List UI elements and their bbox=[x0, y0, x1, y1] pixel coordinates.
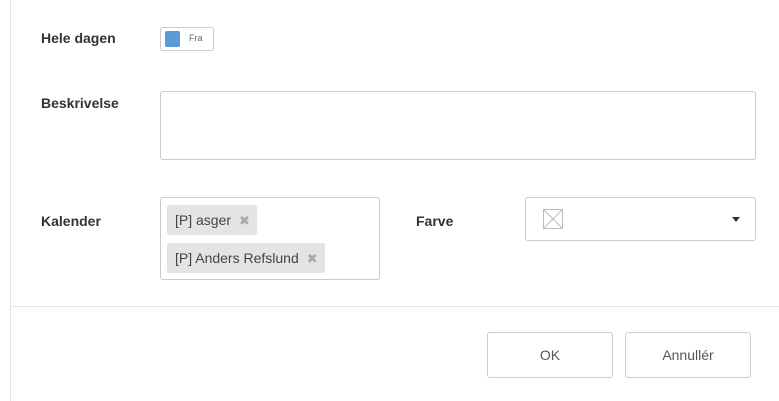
ok-button[interactable]: OK bbox=[487, 332, 613, 378]
calendar-multiselect[interactable]: [P] asger ✖ [P] Anders Refslund ✖ bbox=[160, 197, 380, 280]
color-label: Farve bbox=[416, 213, 454, 229]
close-icon[interactable]: ✖ bbox=[239, 206, 250, 236]
cancel-button[interactable]: Annullér bbox=[625, 332, 751, 378]
description-label: Beskrivelse bbox=[41, 95, 119, 111]
all-day-toggle[interactable]: Fra bbox=[160, 27, 214, 51]
calendar-chip-label: [P] Anders Refslund bbox=[175, 250, 299, 266]
all-day-label: Hele dagen bbox=[41, 30, 116, 46]
calendar-chip: [P] asger ✖ bbox=[167, 205, 257, 235]
no-color-icon bbox=[543, 209, 563, 229]
footer-divider bbox=[11, 306, 779, 307]
toggle-state-text: Fra bbox=[189, 33, 203, 43]
calendar-label: Kalender bbox=[41, 213, 101, 229]
calendar-chip-label: [P] asger bbox=[175, 212, 232, 228]
toggle-knob bbox=[165, 31, 180, 47]
caret-down-icon bbox=[732, 217, 740, 222]
calendar-chip: [P] Anders Refslund ✖ bbox=[167, 243, 325, 273]
description-input[interactable] bbox=[160, 91, 756, 160]
close-icon[interactable]: ✖ bbox=[307, 244, 318, 274]
left-border bbox=[10, 0, 11, 401]
color-select[interactable] bbox=[525, 197, 756, 241]
